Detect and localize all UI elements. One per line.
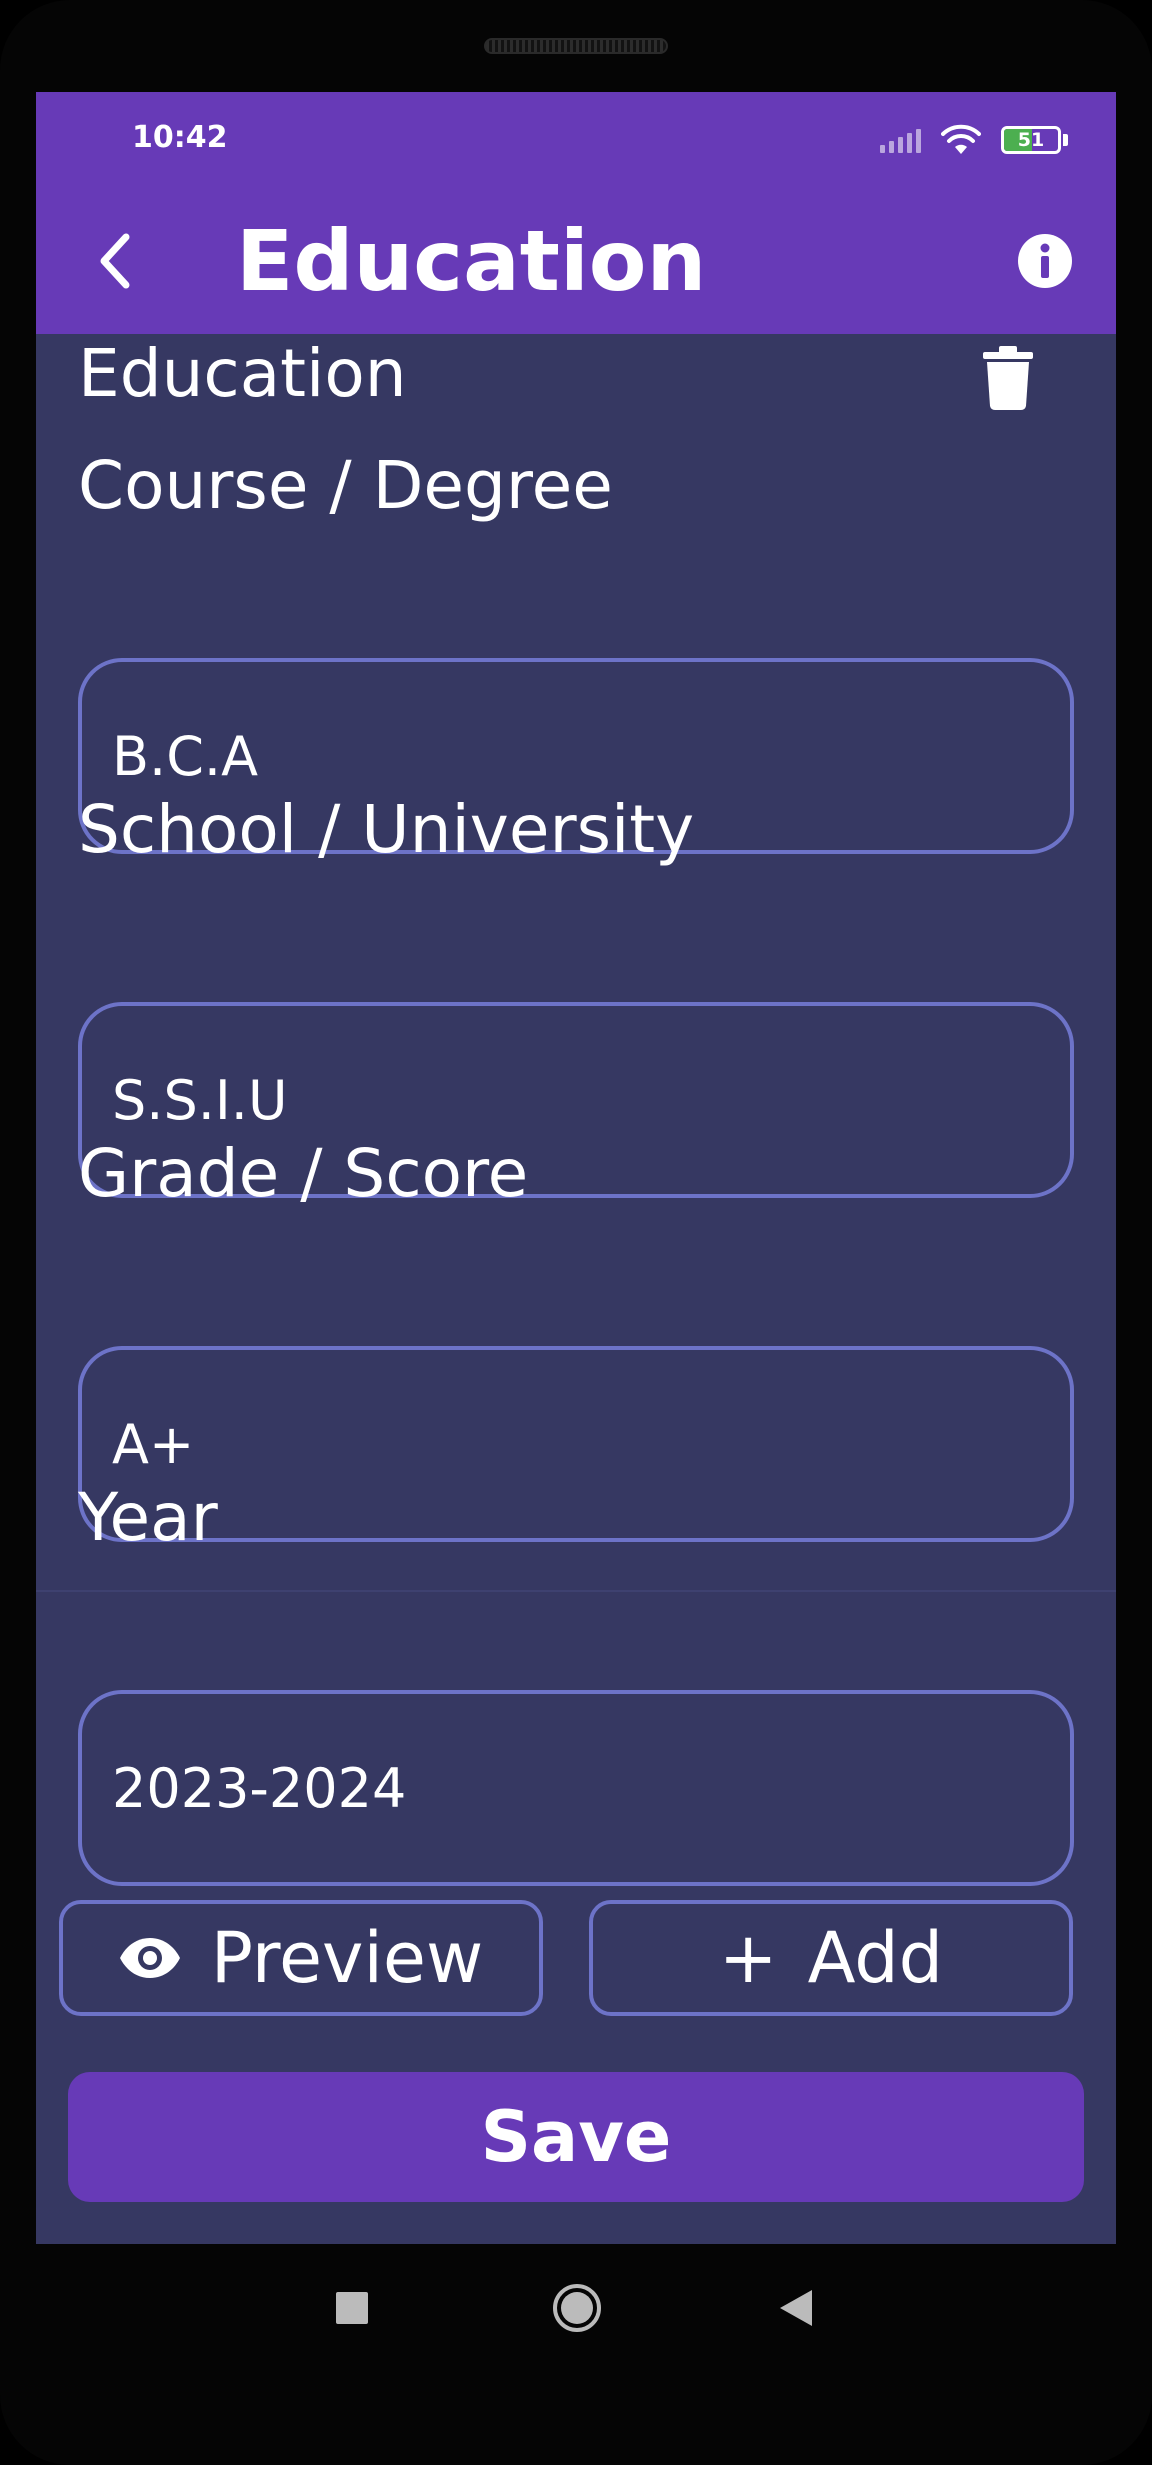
delete-button[interactable] bbox=[976, 340, 1040, 416]
save-button[interactable]: Save bbox=[68, 2072, 1084, 2202]
course-degree-input[interactable] bbox=[112, 724, 1070, 788]
eye-icon bbox=[119, 1938, 180, 1978]
battery-icon: 51 bbox=[1001, 126, 1061, 154]
status-bar: 10:42 51 bbox=[36, 92, 1116, 188]
year-field[interactable] bbox=[78, 1690, 1074, 1886]
year-input[interactable] bbox=[112, 1756, 1070, 1820]
grade-score-label: Grade / Score bbox=[78, 1135, 529, 1212]
school-university-label: School / University bbox=[78, 791, 695, 868]
status-time: 10:42 bbox=[132, 120, 228, 155]
app-screen: 10:42 51 Education Education Course / De… bbox=[36, 92, 1116, 2244]
info-button[interactable] bbox=[1010, 226, 1080, 296]
battery-level: 51 bbox=[1017, 129, 1045, 151]
system-back-button[interactable] bbox=[780, 2290, 812, 2326]
section-title: Education bbox=[78, 335, 407, 412]
app-bar: Education bbox=[36, 188, 1116, 334]
page-title: Education bbox=[236, 212, 707, 310]
wifi-icon bbox=[941, 124, 981, 154]
grade-score-field[interactable] bbox=[78, 1346, 1074, 1542]
home-icon bbox=[561, 2292, 593, 2324]
home-button[interactable] bbox=[553, 2284, 601, 2332]
add-button[interactable]: + Add bbox=[589, 1900, 1073, 2016]
status-icons: 51 bbox=[880, 122, 1068, 158]
signal-icon bbox=[880, 127, 921, 153]
preview-button[interactable]: Preview bbox=[59, 1900, 543, 2016]
year-label: Year bbox=[78, 1479, 218, 1556]
back-button[interactable] bbox=[76, 223, 152, 299]
system-nav-bar bbox=[0, 2244, 1152, 2376]
earpiece-speaker bbox=[484, 38, 668, 54]
course-degree-label: Course / Degree bbox=[78, 447, 613, 524]
phone-frame: 10:42 51 Education Education Course / De… bbox=[0, 0, 1152, 2465]
content-divider bbox=[36, 1590, 1116, 1592]
preview-label: Preview bbox=[210, 1917, 484, 1999]
add-label: Add bbox=[807, 1917, 944, 1999]
trash-icon bbox=[983, 346, 1033, 410]
recents-button[interactable] bbox=[336, 2292, 368, 2324]
battery-cap bbox=[1063, 134, 1068, 146]
grade-score-input[interactable] bbox=[112, 1412, 1070, 1476]
chevron-left-icon bbox=[100, 233, 130, 289]
school-university-input[interactable] bbox=[112, 1068, 1070, 1132]
info-icon bbox=[1018, 234, 1072, 288]
plus-icon: + bbox=[718, 1917, 778, 1999]
